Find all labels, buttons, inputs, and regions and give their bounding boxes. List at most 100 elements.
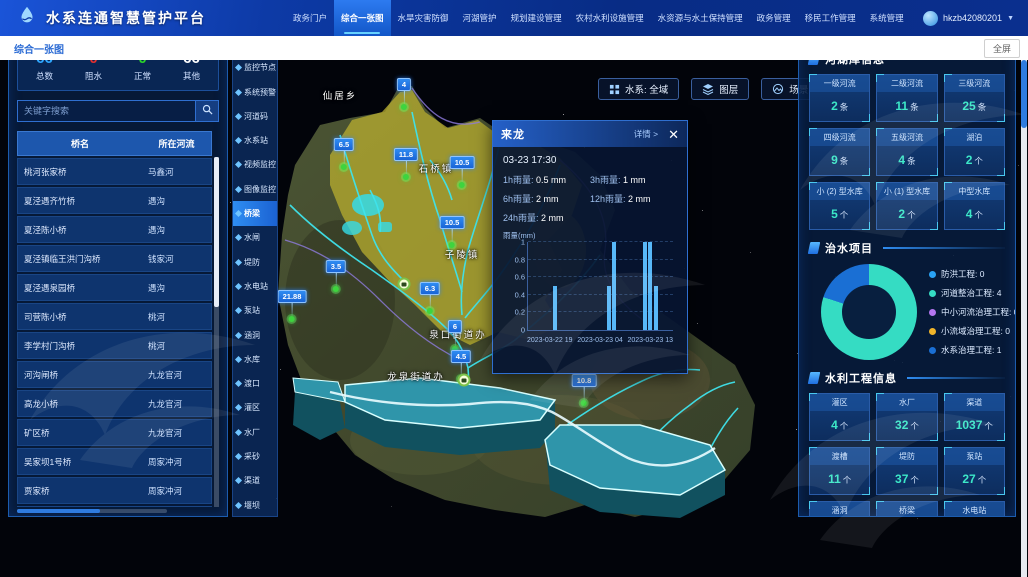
- metric-value: 2 mm: [541, 213, 564, 223]
- table-row[interactable]: 夏泾遇齐竹桥遇沟: [17, 187, 212, 214]
- layer-item-采砂[interactable]: 采砂: [233, 444, 277, 468]
- station-marker[interactable]: 4: [397, 78, 411, 110]
- table-row[interactable]: 贾家桥周家冲河: [17, 477, 212, 504]
- table-row[interactable]: 吴家坝1号桥周家冲河: [17, 448, 212, 475]
- layer-item-泵站[interactable]: 泵站: [233, 299, 277, 323]
- marker-stem: [292, 303, 293, 316]
- layer-item-水闸[interactable]: 水闸: [233, 226, 277, 250]
- cell-bridge-name: 夏泾陈小桥: [18, 217, 142, 242]
- legend-dot-icon: [929, 271, 936, 278]
- camera-marker-icon[interactable]: [458, 374, 471, 387]
- table-row[interactable]: 高龙小桥九龙官河: [17, 390, 212, 417]
- card-value: 11个: [810, 465, 869, 494]
- table-row[interactable]: 矿区桥九龙官河: [17, 419, 212, 446]
- nav-item-农村水利设施管理[interactable]: 农村水利设施管理: [569, 0, 651, 36]
- user-menu[interactable]: hkzb42080201 ▼: [923, 11, 1028, 26]
- facilities-section: 水利工程信息 灌区4个水厂32个渠道1037个渡槽11个堤防37个泵站27个涵洞…: [809, 370, 1005, 517]
- layer-item-堰坝[interactable]: 堰坝: [233, 493, 277, 517]
- layers-button[interactable]: 图层: [691, 78, 749, 100]
- station-marker[interactable]: 10.5: [450, 156, 475, 188]
- station-marker[interactable]: 11.8: [394, 148, 418, 180]
- layer-item-河道码[interactable]: 河道码: [233, 104, 277, 128]
- marker-value: 4: [397, 78, 411, 91]
- nav-item-综合一张图[interactable]: 综合一张图: [334, 0, 391, 36]
- station-marker[interactable]: 6.5: [334, 138, 354, 170]
- layer-item-系统预警[interactable]: 系统预警: [233, 80, 277, 104]
- fullscreen-button[interactable]: 全屏: [984, 39, 1020, 58]
- layer-item-涵洞[interactable]: 涵洞: [233, 323, 277, 347]
- layer-menu: 治水项目重要节点监控节点系统预警河道码水系站视频监控图像监控桥梁水闸堤防水电站泵…: [232, 6, 278, 517]
- table-hscroll-thumb[interactable]: [17, 509, 100, 513]
- table-row[interactable]: 夏泾镇临王洪门沟桥钱家河: [17, 245, 212, 272]
- nav-item-规划建设管理[interactable]: 规划建设管理: [504, 0, 569, 36]
- layer-item-视频监控[interactable]: 视频监控: [233, 153, 277, 177]
- camera-marker-icon[interactable]: [398, 278, 411, 291]
- layer-item-水厂[interactable]: 水厂: [233, 420, 277, 444]
- table-row[interactable]: 李学村门沟桥桃河: [17, 332, 212, 359]
- watershed-scope-button[interactable]: 水系: 全域: [598, 78, 679, 100]
- marker-stem: [454, 333, 455, 346]
- nav-item-河湖管护[interactable]: 河湖管护: [456, 0, 504, 36]
- table-scrollbar-thumb[interactable]: [214, 157, 219, 307]
- info-card: 堤防37个: [876, 447, 937, 495]
- layer-item-label: 视频监控: [244, 159, 276, 170]
- layer-item-桥梁[interactable]: 桥梁: [233, 201, 277, 225]
- card-title: 堤防: [877, 448, 936, 465]
- nav-item-水旱灾害防御[interactable]: 水旱灾害防御: [391, 0, 456, 36]
- nav-item-系统管理[interactable]: 系统管理: [863, 0, 911, 36]
- legend-dot-icon: [929, 328, 936, 335]
- breadcrumb: 综合一张图: [14, 41, 64, 56]
- layer-item-渡口[interactable]: 渡口: [233, 371, 277, 395]
- popup-timestamp: 03-23 17:30: [503, 155, 677, 166]
- card-unit: 条: [840, 102, 849, 112]
- table-row[interactable]: 夏泾陈小桥遇沟: [17, 216, 212, 243]
- nav-item-水资源与水土保持管理[interactable]: 水资源与水土保持管理: [651, 0, 750, 36]
- station-marker[interactable]: 10.5: [440, 216, 465, 248]
- card-number: 2: [831, 99, 838, 113]
- cell-bridge-name: 夏泾遇泉园桥: [18, 275, 142, 300]
- station-marker[interactable]: 21.88: [278, 290, 307, 322]
- layer-item-堤防[interactable]: 堤防: [233, 250, 277, 274]
- close-icon[interactable]: ✕: [668, 128, 679, 141]
- layer-item-水库[interactable]: 水库: [233, 347, 277, 371]
- layer-item-灌区[interactable]: 灌区: [233, 396, 277, 420]
- grid-icon: [609, 84, 620, 95]
- page-scrollbar-thumb[interactable]: [1021, 60, 1027, 128]
- y-tick-label: 1: [521, 238, 525, 247]
- table-row[interactable]: 司营陈小桥桃河: [17, 303, 212, 330]
- layer-item-label: 泵站: [244, 305, 260, 316]
- station-marker[interactable]: 10.8: [572, 374, 597, 406]
- station-marker[interactable]: 3.5: [326, 260, 346, 292]
- nav-item-政务门户[interactable]: 政务门户: [286, 0, 334, 36]
- card-title: 中型水库: [945, 183, 1004, 200]
- card-unit: 条: [910, 102, 919, 112]
- info-card: 中型水库4个: [944, 182, 1005, 230]
- rain-bar: [612, 242, 616, 330]
- card-title: 小 (2) 型水库: [810, 183, 869, 200]
- station-marker[interactable]: 6: [448, 320, 462, 352]
- popup-detail-link[interactable]: 详情 >: [634, 128, 658, 140]
- layer-item-label: 监控节点: [244, 62, 276, 73]
- table-row[interactable]: 王家桥周家冲河: [17, 506, 212, 507]
- search-input[interactable]: [17, 100, 195, 122]
- nav-item-移民工作管理[interactable]: 移民工作管理: [798, 0, 863, 36]
- layer-item-水电站[interactable]: 水电站: [233, 274, 277, 298]
- nav-item-政务管理[interactable]: 政务管理: [750, 0, 798, 36]
- layer-item-渠道[interactable]: 渠道: [233, 469, 277, 493]
- layer-item-水系站[interactable]: 水系站: [233, 128, 277, 152]
- top-navbar: 水系连通智慧管护平台 政务门户综合一张图水旱灾害防御河湖管护规划建设管理农村水利…: [0, 0, 1028, 36]
- station-marker[interactable]: 6.3: [420, 282, 440, 314]
- legend-label: 防洪工程: 0: [941, 268, 984, 280]
- table-row[interactable]: 夏泾遇泉园桥遇沟: [17, 274, 212, 301]
- cell-bridge-name: 桃河张家桥: [18, 159, 142, 184]
- card-value: 9条: [810, 146, 869, 175]
- table-row[interactable]: 桃河张家桥马鑫河: [17, 158, 212, 185]
- table-row[interactable]: 河沟闸桥九龙官河: [17, 361, 212, 388]
- card-value: 2个: [945, 146, 1004, 175]
- layer-item-图像监控[interactable]: 图像监控: [233, 177, 277, 201]
- card-value: 4个: [945, 200, 1004, 229]
- legend-item: 水系治理工程: 1: [929, 344, 1016, 356]
- username: hkzb42080201: [943, 13, 1002, 23]
- control-label: 图层: [719, 82, 738, 96]
- search-button[interactable]: [195, 100, 219, 122]
